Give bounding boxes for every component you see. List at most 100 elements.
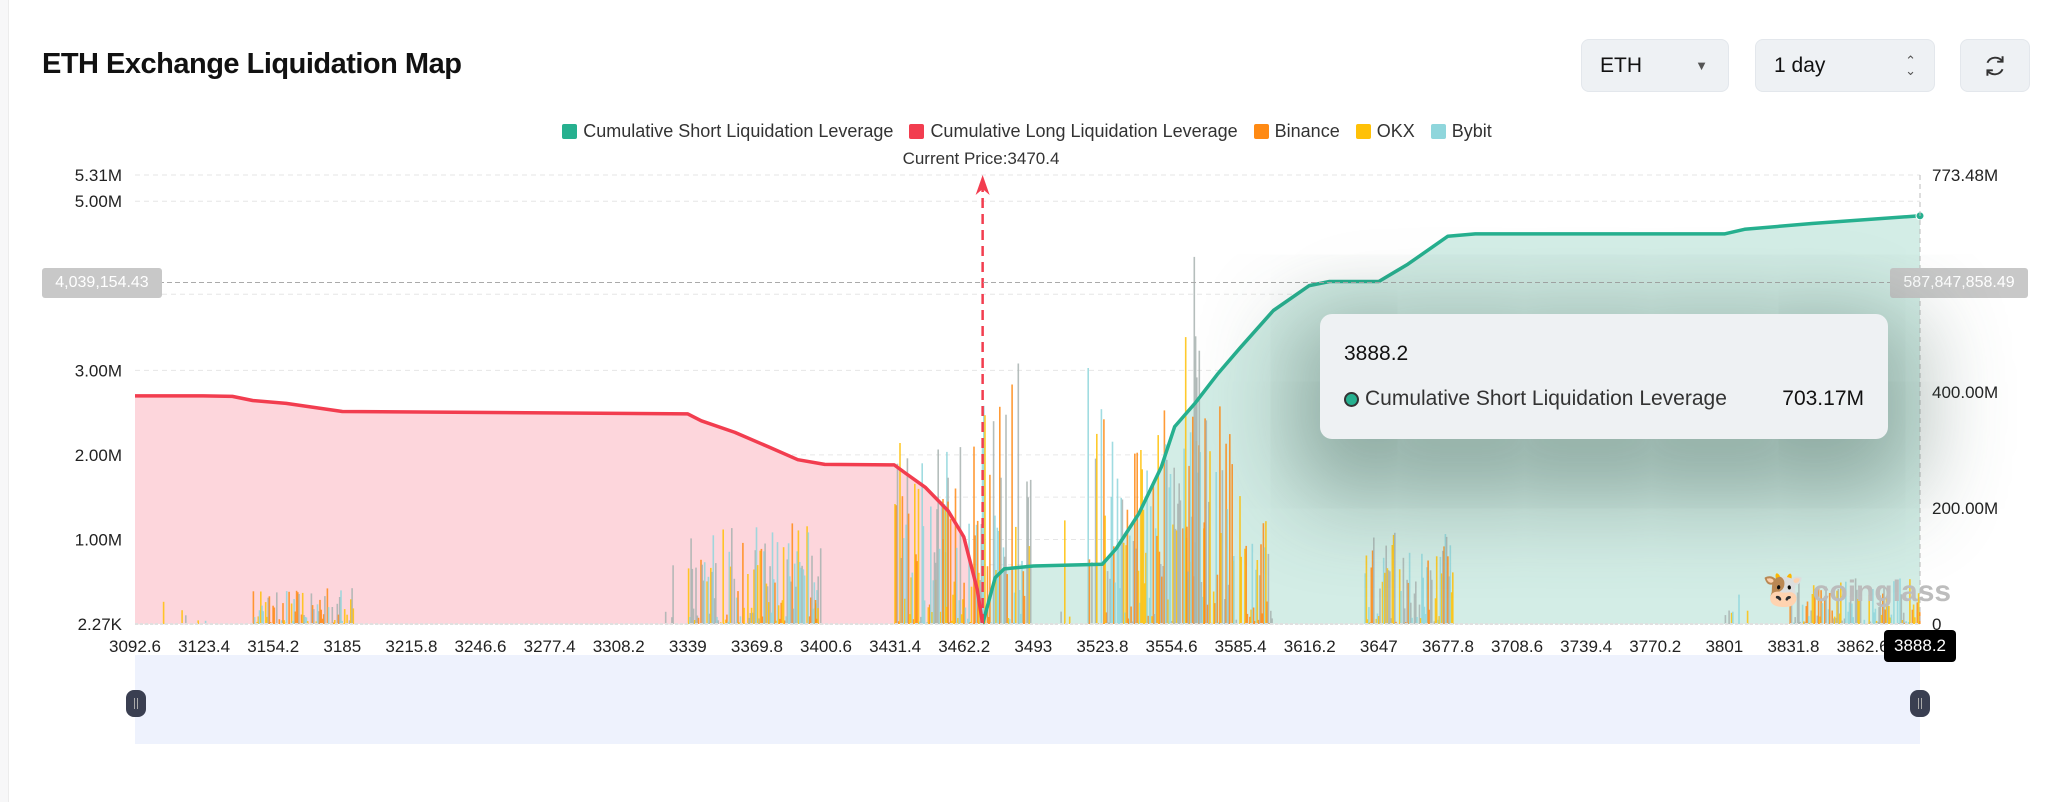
okx-bar [1240,556,1242,624]
okx-bar [917,488,920,624]
bybit-bar [739,616,742,624]
bar [1794,617,1796,624]
bybit-bar [262,611,264,624]
bar [664,611,667,624]
right-axis-tick: 773.48M [1932,166,1998,185]
okx-bar [1452,572,1454,624]
bybit-bar [327,607,330,624]
slider-left-handle[interactable] [126,690,146,717]
x-axis-tick: 3185 [323,637,361,656]
left-axis-tick: 5.00M [75,192,122,211]
bar [1198,350,1201,624]
bybit-bar [930,506,932,624]
left-axis-tick: 2.00M [75,446,122,465]
slider-right-handle[interactable] [1910,690,1930,717]
right-axis-tick: 200.00M [1932,499,1998,518]
left-axis-tick: 3.00M [75,361,122,380]
binance-bar [947,501,949,624]
bybit-bar [1114,582,1116,624]
bar [1166,459,1168,624]
x-axis-tick: 3308.2 [593,637,645,656]
x-axis-tick: 3554.6 [1146,637,1198,656]
okx-bar [722,529,724,624]
x-axis-tick: 3739.4 [1560,637,1612,656]
binance-bar [1011,384,1013,624]
x-axis-tick: 3616.2 [1284,637,1336,656]
binance-bar [949,519,952,624]
bybit-bar [1169,474,1172,624]
okx-bar [1256,560,1259,624]
bybit-bar [807,532,810,624]
x-axis-tick: 3400.6 [800,637,852,656]
bar [1179,500,1182,624]
binance-bar [986,566,989,624]
okx-bar [352,608,355,624]
bybit-bar [1189,432,1192,624]
okx-bar [1435,556,1438,624]
zoom-slider[interactable] [135,655,1920,744]
x-axis-tick: 3462.2 [938,637,990,656]
binance-bar [278,619,281,624]
bar [819,548,822,624]
crosshair-left-value: 4,039,154.43 [42,268,162,298]
bybit-bar [955,547,958,624]
okx-bar [162,601,165,624]
bar [276,592,278,624]
binance-bar [273,607,276,624]
bar [733,578,736,624]
okx-bar [817,608,819,624]
x-axis-tick: 3801 [1705,637,1743,656]
binance-bar [942,499,944,624]
bybit-bar [1863,619,1866,624]
okx-bar [1914,617,1916,624]
bar [1091,562,1093,624]
okx-bar [1365,555,1368,624]
okx-bar [346,614,348,624]
tooltip-value: 703.17M [1782,387,1864,410]
x-axis-tick: 3431.4 [869,637,921,656]
bybit-bar [1233,556,1235,624]
crosshair-right-value: 587,847,858.49 [1890,268,2028,298]
x-axis-tick: 3831.8 [1767,637,1819,656]
okx-bar [756,565,759,624]
bybit-bar [1400,591,1402,624]
bybit-bar [1416,617,1418,624]
x-axis-tick: 3647 [1360,637,1398,656]
bar [324,596,326,624]
x-axis-tick: 3154.2 [247,637,299,656]
bybit-bar [1732,611,1734,624]
binance-bar [1152,484,1155,624]
bar [298,594,300,624]
binance-bar [737,591,739,624]
x-axis-tick: 3770.2 [1629,637,1681,656]
bar [1389,571,1391,624]
binance-bar [907,513,910,624]
okx-bar [181,610,183,624]
bar [1728,610,1730,624]
tooltip: 3888.2 Cumulative Short Liquidation Leve… [1320,314,1888,439]
left-axis-tick: 1.00M [75,530,122,549]
x-axis-tick: 3862.6 [1837,637,1889,656]
binance-bar [1246,613,1249,624]
okx-bar [1104,515,1106,624]
bar [1060,611,1062,624]
x-axis-tick: 3677.8 [1422,637,1474,656]
right-axis-tick: 400.00M [1932,383,1998,402]
bybit-bar [1807,616,1810,624]
series-dot-icon [1344,391,1359,407]
bybit-bar [1890,614,1893,624]
bybit-bar [911,572,914,624]
okx-bar [1746,610,1749,624]
binance-bar [1229,434,1231,624]
okx-bar [747,574,749,624]
bar [313,609,315,624]
bar [185,615,187,624]
okx-bar [782,547,785,624]
bar [1196,377,1198,624]
bybit-bar [1100,409,1103,624]
bybit-bar [703,562,706,624]
bar [1431,579,1433,624]
okx-bar [1122,542,1125,624]
bybit-bar [1852,617,1854,624]
bar [672,565,674,624]
